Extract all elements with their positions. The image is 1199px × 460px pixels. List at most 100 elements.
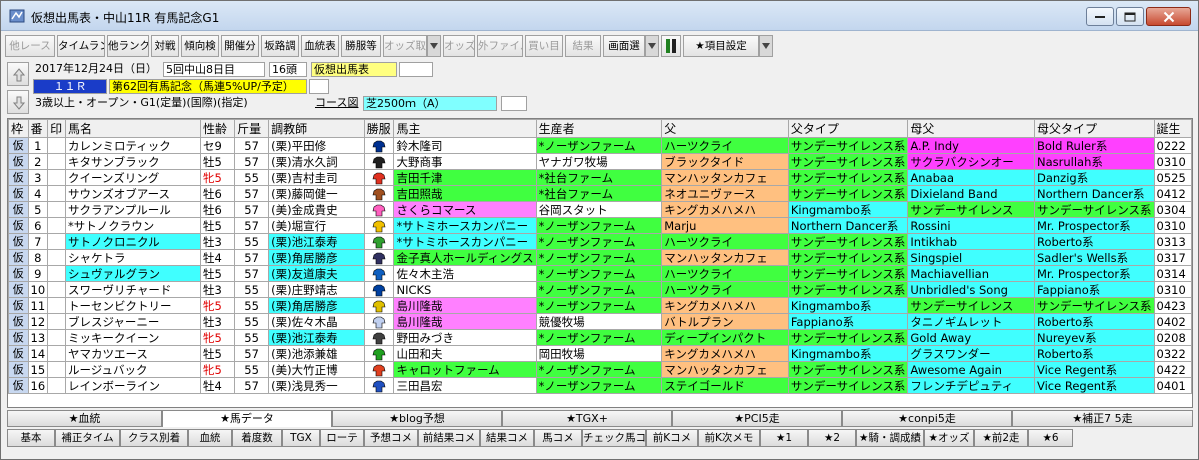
- mark-cell[interactable]: [47, 297, 66, 314]
- horse-name-cell[interactable]: スワーヴリチャード: [64, 281, 202, 298]
- subtab-10[interactable]: 馬コメ: [534, 429, 582, 447]
- close-button[interactable]: [1146, 7, 1191, 26]
- toolbar-button-2[interactable]: 他ランク: [107, 35, 149, 57]
- waku-cell[interactable]: 仮: [8, 217, 29, 234]
- toolbar-button-10[interactable]: オッズ: [443, 35, 475, 57]
- subtab-4[interactable]: 着度数: [232, 429, 282, 447]
- tab-3[interactable]: ★TGX+: [502, 410, 672, 427]
- mark-cell[interactable]: [47, 329, 66, 346]
- horse-name-cell[interactable]: ミッキークイーン: [64, 329, 202, 346]
- table-row[interactable]: 仮 11 トーセンビクトリー 牝5 55 (栗)角居勝彦 島川隆哉 *ノーザンファーム キングカ…: [8, 297, 1192, 314]
- subtab-13[interactable]: 前K次メモ: [698, 429, 760, 447]
- mark-cell[interactable]: [47, 281, 66, 298]
- table-row[interactable]: 仮 2 キタサンブラック 牡5 57 (栗)清水久詞 大野商事 ヤナガワ牧場 ブラックタイド サン…: [8, 153, 1192, 170]
- toolbar-button-5[interactable]: 開催分: [221, 35, 259, 57]
- column-header[interactable]: 勝服: [363, 119, 395, 138]
- subtab-14[interactable]: ★1: [760, 429, 808, 447]
- mark-cell[interactable]: [47, 361, 66, 378]
- table-row[interactable]: 仮 3 クイーンズリング 牝5 55 (栗)吉村圭司 吉田千津 *社台ファーム マンハッタンカフ…: [8, 169, 1192, 186]
- table-row[interactable]: 仮 9 シュヴァルグラン 牡5 57 (栗)友道康夫 佐々木主浩 *ノーザンファーム ハーツクラ…: [8, 265, 1192, 282]
- subtab-8[interactable]: 前結果コメ: [418, 429, 480, 447]
- horse-name-cell[interactable]: クイーンズリング: [64, 169, 202, 186]
- dropdown-arrow-button[interactable]: [759, 35, 773, 57]
- waku-cell[interactable]: 仮: [8, 249, 29, 266]
- tab-1[interactable]: ★馬データ: [162, 410, 332, 427]
- subtab-18[interactable]: ★前2走: [974, 429, 1028, 447]
- column-header[interactable]: 番: [27, 119, 49, 138]
- toolbar-button-15[interactable]: ★項目設定: [683, 35, 759, 57]
- horse-name-cell[interactable]: サクラアンプルール: [64, 201, 202, 218]
- mark-cell[interactable]: [47, 265, 66, 282]
- toolbar-button-12[interactable]: 買い目: [525, 35, 563, 57]
- table-row[interactable]: 仮 5 サクラアンプルール 牡6 57 (美)金成貴史 さくらコマース 谷岡スタット キングカメ…: [8, 201, 1192, 218]
- horse-name-cell[interactable]: ルージュバック: [64, 361, 202, 378]
- column-header[interactable]: 馬主: [393, 119, 537, 138]
- waku-cell[interactable]: 仮: [8, 265, 29, 282]
- subtab-6[interactable]: ローテ: [320, 429, 364, 447]
- mark-cell[interactable]: [47, 137, 66, 154]
- column-header[interactable]: 枠: [8, 119, 29, 138]
- tab-0[interactable]: ★血統: [7, 410, 162, 427]
- waku-cell[interactable]: 仮: [8, 361, 29, 378]
- table-row[interactable]: 仮 10 スワーヴリチャード 牡3 55 (栗)庄野靖志 NICKS *ノーザンファーム ハーツ…: [8, 281, 1192, 298]
- column-header[interactable]: 母父: [907, 119, 1035, 138]
- column-header[interactable]: 誕生: [1153, 119, 1192, 138]
- subtab-11[interactable]: チェック馬コメ: [582, 429, 646, 447]
- waku-cell[interactable]: 仮: [8, 345, 29, 362]
- toolbar-button-9[interactable]: オッズ取: [383, 35, 427, 57]
- horse-name-cell[interactable]: ブレスジャーニー: [64, 313, 202, 330]
- horse-name-cell[interactable]: キタサンブラック: [64, 153, 202, 170]
- column-header[interactable]: 馬名: [64, 119, 202, 138]
- subtab-19[interactable]: ★6: [1028, 429, 1073, 447]
- toolbar-button-4[interactable]: 傾向検: [181, 35, 219, 57]
- blank-field-2[interactable]: [309, 79, 329, 94]
- column-header[interactable]: 性齢: [200, 119, 236, 138]
- subtab-12[interactable]: 前Kコメ: [646, 429, 698, 447]
- table-row[interactable]: 仮 16 レインボーライン 牡4 57 (栗)浅見秀一 三田昌宏 *ノーザンファーム ステイゴー…: [8, 377, 1192, 394]
- column-header[interactable]: 斤量: [234, 119, 270, 138]
- maximize-button[interactable]: [1116, 7, 1144, 26]
- horse-name-cell[interactable]: トーセンビクトリー: [64, 297, 202, 314]
- table-row[interactable]: 仮 7 サトノクロニクル 牡3 55 (栗)池江泰寿 *サトミホースカンパニー *ノーザンファ…: [8, 233, 1192, 250]
- waku-cell[interactable]: 仮: [8, 233, 29, 250]
- horse-name-cell[interactable]: サウンズオブアース: [64, 185, 202, 202]
- mark-cell[interactable]: [47, 249, 66, 266]
- table-row[interactable]: 仮 1 カレンミロティック セ9 57 (栗)平田修 鈴木隆司 *ノーザンファーム ハーツクライ…: [8, 137, 1192, 154]
- toolbar-button-14[interactable]: 画面選: [603, 35, 645, 57]
- subtab-16[interactable]: ★騎・調成績: [856, 429, 924, 447]
- waku-cell[interactable]: 仮: [8, 153, 29, 170]
- waku-cell[interactable]: 仮: [8, 377, 29, 394]
- toolbar-button-1[interactable]: タイムランク: [57, 35, 105, 57]
- tab-5[interactable]: ★conpi5走: [842, 410, 1012, 427]
- dropdown-arrow-button[interactable]: [645, 35, 659, 57]
- blank-field-3[interactable]: [501, 96, 527, 111]
- waku-cell[interactable]: 仮: [8, 281, 29, 298]
- waku-cell[interactable]: 仮: [8, 313, 29, 330]
- next-race-button[interactable]: [7, 90, 29, 114]
- horse-name-cell[interactable]: シュヴァルグラン: [64, 265, 202, 282]
- column-header[interactable]: 母父タイプ: [1033, 119, 1155, 138]
- waku-cell[interactable]: 仮: [8, 329, 29, 346]
- horse-name-cell[interactable]: カレンミロティック: [64, 137, 202, 154]
- subtab-3[interactable]: 血統: [188, 429, 232, 447]
- mark-cell[interactable]: [47, 217, 66, 234]
- table-row[interactable]: 仮 6 *サトノクラウン 牡5 57 (美)堀宣行 *サトミホースカンパニー *ノーザンファー…: [8, 217, 1192, 234]
- mark-cell[interactable]: [47, 377, 66, 394]
- subtab-15[interactable]: ★2: [808, 429, 856, 447]
- mark-cell[interactable]: [47, 185, 66, 202]
- toolbar-button-8[interactable]: 勝服等: [341, 35, 381, 57]
- column-header[interactable]: 父タイプ: [787, 119, 909, 138]
- column-header[interactable]: 印: [47, 119, 66, 138]
- subtab-2[interactable]: クラス別着: [120, 429, 188, 447]
- table-row[interactable]: 仮 8 シャケトラ 牡4 57 (栗)角居勝彦 金子真人ホールディングス *ノーザンファームマ…: [8, 249, 1192, 266]
- subtab-1[interactable]: 補正タイム: [55, 429, 120, 447]
- previous-race-button[interactable]: [7, 62, 29, 86]
- toolbar-button-13[interactable]: 結果: [565, 35, 601, 57]
- subtab-5[interactable]: TGX: [282, 429, 320, 447]
- minimize-button[interactable]: [1086, 7, 1114, 26]
- subtab-17[interactable]: ★オッズ: [924, 429, 974, 447]
- mark-cell[interactable]: [47, 313, 66, 330]
- column-header[interactable]: 父: [661, 119, 789, 138]
- toolbar-button-11[interactable]: 外ファイル: [477, 35, 523, 57]
- horse-name-cell[interactable]: レインボーライン: [64, 377, 202, 394]
